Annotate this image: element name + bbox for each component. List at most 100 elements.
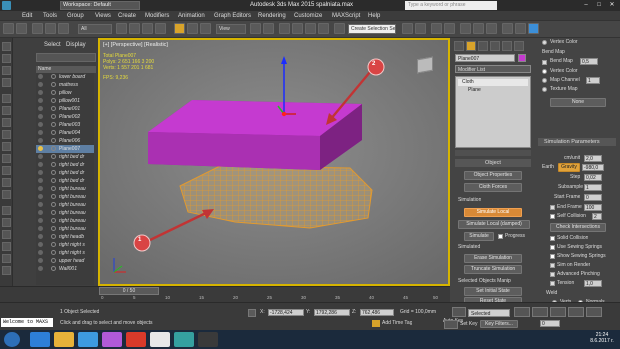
key-selection-dropdown[interactable]: Selected xyxy=(468,309,510,317)
timeline-ruler[interactable]: 0 5 10 15 20 25 30 35 40 45 50 xyxy=(99,295,449,302)
x-coordinate-field[interactable]: -1728,424 xyxy=(268,309,304,316)
viber-taskbar-icon[interactable] xyxy=(102,332,122,347)
current-frame-field[interactable]: 0 xyxy=(540,320,560,327)
freeze-icon[interactable] xyxy=(51,250,56,255)
list-item[interactable]: mattress xyxy=(36,81,94,89)
space-warps-filter-icon[interactable] xyxy=(2,154,11,163)
menu-group[interactable]: Group xyxy=(67,12,84,20)
eye-icon[interactable] xyxy=(38,82,43,87)
select-object-icon[interactable] xyxy=(116,23,127,34)
bind-space-warp-icon[interactable] xyxy=(58,23,69,34)
undo-icon[interactable] xyxy=(3,23,14,34)
curve-editor-icon[interactable] xyxy=(460,23,471,34)
list-item[interactable]: right bed dr xyxy=(36,161,94,169)
eye-icon[interactable] xyxy=(38,162,43,167)
none-filter-icon[interactable] xyxy=(2,254,11,263)
go-to-end-icon[interactable] xyxy=(586,307,602,317)
freeze-icon[interactable] xyxy=(51,210,56,215)
redo-icon[interactable] xyxy=(16,23,27,34)
helpers-filter-icon[interactable] xyxy=(2,142,11,151)
freeze-icon[interactable] xyxy=(51,218,56,223)
next-frame-icon[interactable] xyxy=(568,307,584,317)
app-logo-icon[interactable] xyxy=(2,1,11,10)
list-item[interactable]: right bed dr xyxy=(36,177,94,185)
list-item[interactable]: lower board xyxy=(36,73,94,81)
freeze-icon[interactable] xyxy=(51,74,56,79)
freeze-icon[interactable] xyxy=(51,186,56,191)
object-properties-button[interactable]: Object Properties xyxy=(464,171,522,180)
bend-map-checkbox[interactable] xyxy=(542,60,547,65)
minimize-icon[interactable]: – xyxy=(580,1,592,10)
object-name-field[interactable]: Plane007 xyxy=(455,54,515,62)
eye-icon[interactable] xyxy=(38,258,43,263)
eye-icon[interactable] xyxy=(38,210,43,215)
freeze-icon[interactable] xyxy=(51,82,56,87)
eye-icon[interactable] xyxy=(38,178,43,183)
cm-unit-spinner[interactable]: 2,0 xyxy=(584,155,602,162)
add-time-tag-button[interactable]: Add Time Tag xyxy=(382,320,412,327)
schematic-view-icon[interactable] xyxy=(473,23,484,34)
graphite-toolbar-icon[interactable] xyxy=(444,23,455,34)
tab-display[interactable]: Display xyxy=(66,42,86,49)
set-initial-state-button[interactable]: Set Initial State xyxy=(464,287,522,296)
time-slider[interactable]: 0 / 50 xyxy=(99,287,159,295)
list-item[interactable]: right bureau xyxy=(36,193,94,201)
erase-simulation-button[interactable]: Erase Simulation xyxy=(464,254,522,263)
use-sewing-springs-checkbox[interactable] xyxy=(550,245,555,250)
step-spinner[interactable]: 0,02 xyxy=(584,174,602,181)
self-collision-checkbox[interactable] xyxy=(550,214,555,219)
previous-frame-icon[interactable] xyxy=(532,307,548,317)
ie-taskbar-icon[interactable] xyxy=(30,332,50,347)
link-icon[interactable] xyxy=(32,23,43,34)
menu-help[interactable]: Help xyxy=(368,12,380,20)
eye-icon[interactable] xyxy=(38,194,43,199)
hidden-filter-icon[interactable] xyxy=(2,230,11,239)
key-mode-icon[interactable] xyxy=(452,307,466,317)
search-input[interactable]: Type a keyword or phrase xyxy=(405,1,497,10)
eye-icon[interactable] xyxy=(38,130,43,135)
chrome-taskbar-icon[interactable] xyxy=(150,332,170,347)
unlink-icon[interactable] xyxy=(45,23,56,34)
media-taskbar-icon[interactable] xyxy=(198,332,218,347)
subsample-spinner[interactable]: 1 xyxy=(584,184,602,191)
freeze-icon[interactable] xyxy=(51,98,56,103)
viewport-label[interactable]: [+] [Perspective] [Realistic] xyxy=(103,42,168,48)
menu-views[interactable]: Views xyxy=(95,12,111,20)
name-column-header[interactable]: Name xyxy=(36,66,96,73)
select-and-move-icon[interactable] xyxy=(174,23,185,34)
all-filter-icon[interactable] xyxy=(2,242,11,251)
freeze-icon[interactable] xyxy=(51,154,56,159)
check-intersections-button[interactable]: Check Intersections xyxy=(550,223,606,232)
reference-coordinate-dropdown[interactable]: View xyxy=(216,24,246,34)
list-item[interactable]: right bed dr xyxy=(36,169,94,177)
list-item[interactable]: right night s xyxy=(36,249,94,257)
eye-icon[interactable] xyxy=(38,242,43,247)
eye-icon[interactable] xyxy=(38,138,43,143)
rendered-frame-window-icon[interactable] xyxy=(515,23,526,34)
viewcube-icon[interactable] xyxy=(417,56,433,74)
end-frame-checkbox[interactable] xyxy=(550,205,555,210)
eye-icon[interactable] xyxy=(38,226,43,231)
progress-checkbox[interactable] xyxy=(498,234,503,239)
cloth-forces-button[interactable]: Cloth Forces xyxy=(464,183,522,192)
3dsmax-taskbar-icon[interactable] xyxy=(174,332,194,347)
set-key-icon[interactable] xyxy=(444,320,458,329)
self-collision-spinner[interactable]: 2 xyxy=(592,213,602,220)
eye-icon[interactable] xyxy=(38,122,43,127)
list-item[interactable]: Plane006 xyxy=(36,137,94,145)
eye-icon[interactable] xyxy=(38,90,43,95)
gravity-button[interactable]: Gravity xyxy=(558,163,580,172)
manipulate-icon[interactable] xyxy=(263,23,274,34)
modify-tab-icon[interactable] xyxy=(466,41,476,51)
eye-icon[interactable] xyxy=(38,250,43,255)
rectangle-selection-icon[interactable] xyxy=(142,23,153,34)
invert-filter-icon[interactable] xyxy=(2,266,11,275)
pivot-center-icon[interactable] xyxy=(250,23,261,34)
freeze-icon[interactable] xyxy=(51,114,56,119)
play-icon[interactable] xyxy=(550,307,566,317)
acrobat-taskbar-icon[interactable] xyxy=(126,332,146,347)
list-item[interactable]: Plane001 xyxy=(36,105,94,113)
freeze-icon[interactable] xyxy=(51,138,56,143)
angle-snap-icon[interactable] xyxy=(292,23,303,34)
invert-display-icon[interactable] xyxy=(2,78,11,87)
